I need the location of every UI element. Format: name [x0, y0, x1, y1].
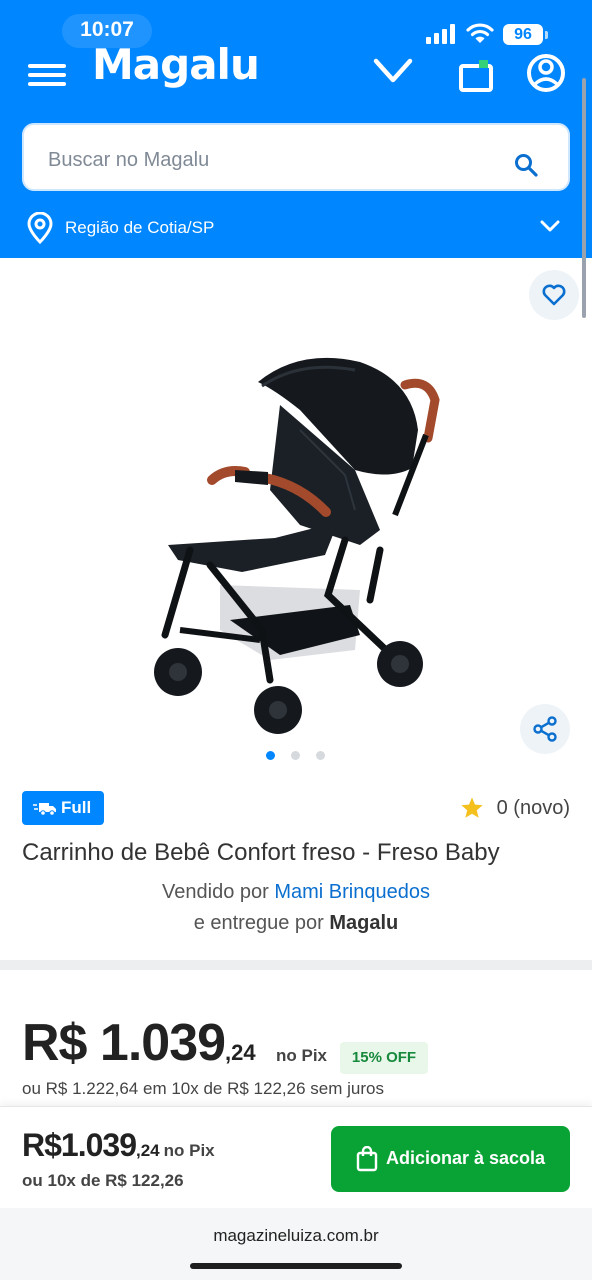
gallery-dot-1[interactable]	[266, 751, 275, 760]
browser-bottom-bar: magazineluiza.com.br	[0, 1208, 592, 1280]
magalu-logo[interactable]: Magalu	[92, 46, 259, 90]
browser-url[interactable]: magazineluiza.com.br	[0, 1226, 592, 1246]
menu-icon[interactable]	[28, 64, 66, 86]
deliverer-name: Magalu	[329, 912, 399, 934]
product-image[interactable]	[150, 350, 450, 740]
search-placeholder: Buscar no Magalu	[48, 149, 210, 171]
region-selector[interactable]: Região de Cotia/SP	[26, 212, 566, 244]
logo-text: Magalu	[92, 46, 259, 89]
rating-text: 0 (novo)	[496, 797, 570, 819]
app-header: 10:07 96 Magalu Buscar no Magalu Região …	[0, 0, 592, 258]
chevron-down-icon[interactable]	[373, 58, 413, 88]
page-scrollbar[interactable]	[582, 78, 586, 318]
chevron-down-icon	[540, 220, 560, 232]
cellular-signal-icon	[426, 24, 456, 44]
full-delivery-badge: Full	[22, 791, 104, 825]
seller-link[interactable]: Mami Brinquedos	[274, 881, 430, 903]
shopping-bag-icon	[356, 1146, 378, 1172]
star-icon	[461, 797, 483, 818]
pix-label: no Pix	[276, 1046, 328, 1065]
bar-price-cents: ,24	[135, 1141, 160, 1160]
bar-installments: ou 10x de R$ 122,26	[22, 1171, 184, 1190]
product-rating[interactable]: 0 (novo)	[450, 796, 570, 822]
gallery-dot-3[interactable]	[316, 751, 325, 760]
add-to-bag-label: Adicionar à sacola	[386, 1148, 546, 1168]
heart-icon	[542, 284, 566, 306]
region-label: Região de Cotia/SP	[65, 218, 215, 237]
price-integer: R$ 1.039	[22, 1014, 226, 1072]
sold-by-label: Vendido por	[162, 881, 269, 903]
bar-price: R$1.039,24 no Pix	[22, 1127, 215, 1164]
truck-icon	[33, 803, 56, 816]
sticky-purchase-bar: R$1.039,24 no Pix ou 10x de R$ 122,26 Adi…	[0, 1106, 592, 1208]
full-badge-label: Full	[61, 798, 92, 817]
add-to-bag-button[interactable]: Adicionar à sacola	[331, 1126, 570, 1192]
search-icon[interactable]	[514, 153, 538, 177]
share-button[interactable]	[520, 704, 570, 754]
discount-badge: 15% OFF	[340, 1042, 428, 1074]
status-time: 10:07	[80, 18, 134, 41]
gallery-dot-2[interactable]	[291, 751, 300, 760]
price-cents: ,24	[225, 1040, 256, 1065]
bag-icon[interactable]	[458, 60, 494, 92]
product-title: Carrinho de Bebê Confort freso - Freso B…	[22, 839, 500, 866]
status-bar: 10:07 96	[0, 0, 592, 60]
price-main: R$ 1.039,24	[22, 1013, 256, 1073]
bar-pix-label: no Pix	[163, 1141, 215, 1160]
location-pin-icon	[27, 212, 53, 244]
bar-price-integer: R$1.039	[22, 1127, 137, 1163]
battery-tip	[545, 31, 548, 39]
share-icon	[533, 716, 557, 742]
home-indicator[interactable]	[190, 1263, 402, 1269]
user-icon[interactable]	[526, 54, 566, 92]
seller-info: Vendido por Mami Brinquedos	[0, 881, 592, 904]
gallery-pagination	[266, 751, 326, 761]
favorite-button[interactable]	[529, 270, 579, 320]
section-divider	[0, 960, 592, 970]
wifi-icon	[466, 23, 494, 43]
delivery-info: e entregue por Magalu	[0, 912, 592, 935]
search-input[interactable]: Buscar no Magalu	[22, 123, 570, 191]
delivered-by-label: e entregue por	[193, 912, 324, 934]
installments-text: ou R$ 1.222,64 em 10x de R$ 122,26 sem j…	[22, 1079, 384, 1098]
battery-level: 96	[503, 24, 543, 45]
